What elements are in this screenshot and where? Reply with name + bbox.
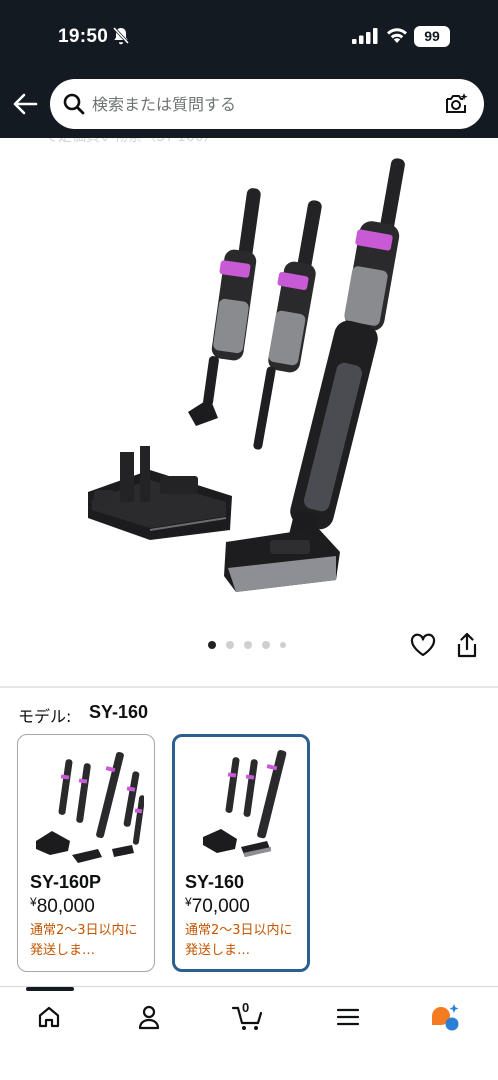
product-image (88, 158, 405, 592)
option-price: ¥80,000 (30, 895, 95, 918)
bottom-navigation: 0 (0, 986, 498, 1080)
shipping-info: 通常2〜3日以内に発送しま… (30, 923, 138, 958)
model-label: モデル: (18, 707, 72, 726)
search-bar[interactable] (50, 79, 484, 129)
status-bar: 19:50 99 (0, 0, 498, 72)
pagination-dot[interactable] (262, 641, 270, 649)
option-price: ¥70,000 (185, 895, 250, 918)
signal-icon (352, 28, 378, 49)
model-selected-value: SY-160 (89, 702, 149, 722)
price-value: 80,000 (36, 896, 95, 917)
currency-symbol: ¥ (30, 895, 37, 909)
option-thumbnail (203, 750, 287, 857)
bell-off-icon (112, 26, 130, 51)
heart-icon[interactable] (410, 633, 436, 662)
account-icon[interactable] (129, 1001, 169, 1033)
app-header: 19:50 99 (0, 0, 498, 138)
back-arrow-icon[interactable] (12, 92, 38, 121)
battery-indicator: 99 (414, 26, 450, 47)
pagination-dot[interactable] (226, 641, 234, 649)
search-input[interactable] (92, 88, 432, 120)
menu-icon[interactable] (328, 1001, 368, 1033)
cart-icon[interactable]: 0 (228, 1000, 268, 1033)
product-image-gallery[interactable]: 一で定価買い物累（SY-160） (0, 138, 498, 678)
active-tab-indicator (26, 987, 74, 991)
cart-count: 0 (242, 1000, 250, 1015)
wifi-icon (386, 26, 408, 49)
search-icon (62, 92, 86, 121)
share-icon[interactable] (456, 632, 478, 663)
model-option-card[interactable]: SY-160P ¥80,000 通常2〜3日以内に発送しま… (17, 734, 155, 972)
shipping-info: 通常2〜3日以内に発送しま… (185, 923, 293, 958)
home-icon[interactable] (29, 1001, 69, 1033)
assistant-icon[interactable] (425, 1001, 465, 1033)
option-name: SY-160 (185, 872, 245, 892)
model-option-card-selected[interactable]: SY-160 ¥70,000 通常2〜3日以内に発送しま… (172, 734, 310, 972)
pagination-dot[interactable] (280, 642, 286, 648)
option-name: SY-160P (30, 872, 102, 892)
pagination-dot-active[interactable] (208, 641, 216, 649)
currency-symbol: ¥ (185, 895, 192, 909)
camera-search-icon[interactable] (443, 91, 469, 122)
image-pagination-dots[interactable] (208, 641, 286, 649)
status-time: 19:50 (58, 26, 109, 47)
price-value: 70,000 (191, 896, 250, 917)
pagination-dot[interactable] (244, 641, 252, 649)
section-divider (0, 686, 498, 688)
option-thumbnail (36, 751, 144, 863)
